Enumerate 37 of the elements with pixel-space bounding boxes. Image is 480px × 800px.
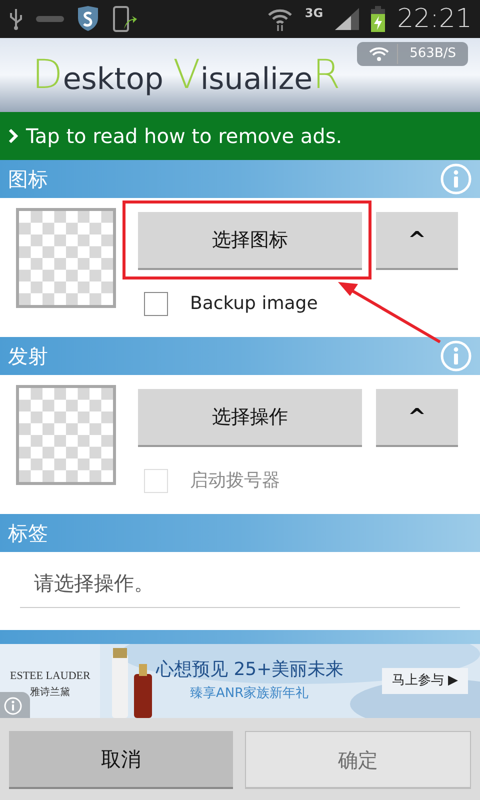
app-logo: Desktop Visualize R [32, 55, 340, 95]
dialog-button[interactable]: 取消 [9, 731, 233, 789]
ad-headline: 心想预见 25+美丽未来 [156, 658, 344, 682]
chevron-right-icon [8, 129, 18, 143]
label-field[interactable]: 请选择操作。 [20, 568, 460, 608]
ad-banner[interactable]: ESTEE LAUDER 雅诗兰黛 心想预见 25+美丽未来 臻享ANR家族新年礼 马上参与 ▶ [0, 644, 480, 718]
section-title: 图标 [8, 166, 48, 193]
section-title: 标签 [8, 520, 48, 547]
wifi-icon [368, 46, 389, 62]
remove-ads-banner[interactable]: Tap to read how to remove ads. [0, 112, 480, 160]
ad-subline: 臻享ANR家族新年礼 [190, 685, 309, 703]
info-icon[interactable] [0, 692, 30, 718]
info-icon[interactable] [440, 340, 472, 372]
section-title: 发射 [8, 343, 48, 370]
collapse-button[interactable]: ^ [376, 389, 458, 447]
speed-text: 563B/S [396, 44, 456, 64]
clock: 22:21 [397, 2, 472, 36]
image-placeholder[interactable] [16, 385, 116, 485]
image-placeholder[interactable] [16, 208, 116, 308]
collapse-button[interactable]: ^ [376, 212, 458, 270]
ad-cta-button[interactable]: 马上参与 ▶ [382, 668, 468, 694]
ad-brand-chinese: 雅诗兰黛 [30, 686, 70, 700]
battery-icon [371, 6, 386, 32]
ad-brand: ESTEE LAUDER [10, 669, 90, 684]
usb-icon [8, 7, 24, 31]
select-button[interactable]: 选择图标 [138, 212, 362, 270]
checkbox-label: 启动拨号器 [190, 469, 280, 493]
info-icon[interactable] [440, 163, 472, 195]
signal-icon [335, 8, 360, 30]
checkbox-label: Backup image [190, 292, 318, 316]
select-button[interactable]: 选择操作 [138, 389, 362, 447]
phone-update-icon [112, 5, 138, 33]
notification-icon [36, 14, 64, 24]
network-type: 3G [304, 5, 324, 22]
checkbox[interactable] [144, 292, 168, 316]
shield-icon [76, 5, 100, 33]
banner-text: Tap to read how to remove ads. [26, 123, 342, 150]
